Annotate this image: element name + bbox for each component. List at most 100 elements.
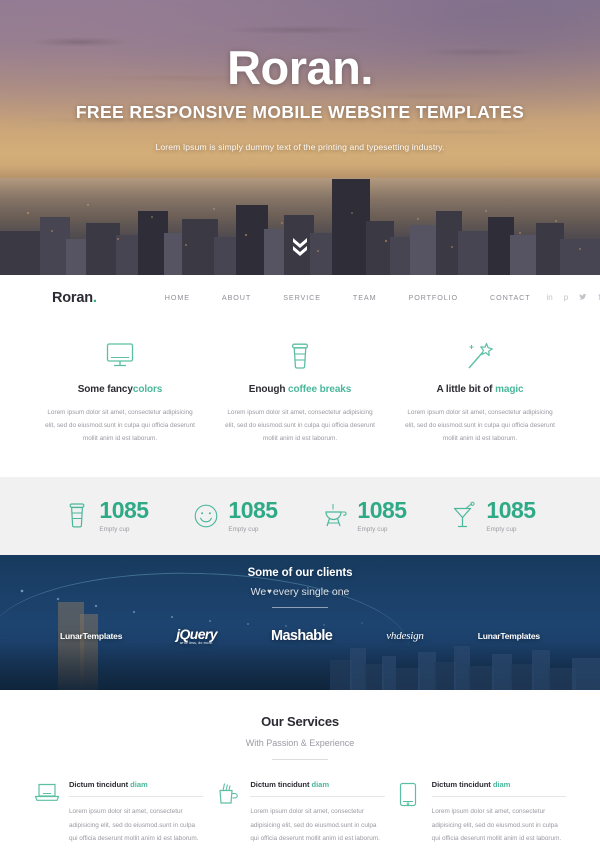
service-divider (69, 796, 204, 798)
lunartemplates-logo-2[interactable]: LunarTemplates (478, 631, 540, 641)
service-text: Lorem ipsum dolor sit amet, consectetur … (69, 808, 199, 842)
stat-text-wrap: 1085 Empty cup (357, 499, 407, 534)
service-title-accent: diam (130, 780, 148, 790)
feature-icon-wrap (222, 340, 378, 372)
jquery-logo[interactable]: jQuery write less, do more. (176, 626, 217, 645)
service-body: Dictum tincidunt diam Lorem ipsum dolor … (69, 780, 204, 844)
feature-title-plain: Enough (248, 384, 289, 395)
service-title-plain: Dictum tincidunt (69, 780, 131, 790)
service-text: Lorem ipsum dolor sit amet, consectetur … (250, 808, 380, 842)
service-divider (431, 796, 566, 798)
services-title: Our Services (261, 714, 339, 730)
feature-card-magic: A little bit of magic Lorem ipsum dolor … (390, 340, 570, 445)
site-logo[interactable]: Roran. (52, 290, 97, 306)
stats-counter-section: 1085 Empty cup 1085 Empty cup 1085 Empty… (0, 477, 600, 556)
service-text: Lorem ipsum dolor sit amet, consectetur … (431, 808, 562, 842)
linkedin-icon[interactable]: in (547, 293, 553, 302)
jquery-tagline: write less, do more. (179, 641, 214, 646)
clients-content: Some of our clients We♥every single one … (0, 555, 600, 645)
clients-subtitle: We♥every single one (0, 586, 600, 598)
feature-text: Lorem ipsum dolor sit amet, consectetur … (405, 409, 555, 443)
service-divider (250, 796, 385, 798)
service-card-tablet: Dictum tincidunt diam Lorem ipsum dolor … (391, 780, 572, 844)
stat-item-grills: 1085 Empty cup (300, 499, 429, 533)
feature-title: Enough coffee breaks (222, 384, 378, 395)
laptop-icon (34, 784, 60, 802)
stat-icon-wrap (451, 501, 477, 531)
client-logos-row: LunarTemplates jQuery write less, do more… (0, 626, 600, 645)
nav-item-portfolio[interactable]: PORTFOLIO (393, 293, 475, 302)
feature-text: Lorem ipsum dolor sit amet, consectetur … (225, 409, 375, 443)
feature-text: Lorem ipsum dolor sit amet, consectetur … (45, 409, 195, 443)
nav-item-contact[interactable]: CONTACT (474, 293, 547, 302)
feature-icon-wrap (402, 340, 558, 372)
service-icon-wrap (215, 780, 241, 844)
service-body: Dictum tincidunt diam Lorem ipsum dolor … (250, 780, 385, 844)
service-card-laptop: Dictum tincidunt diam Lorem ipsum dolor … (28, 780, 209, 844)
feature-title: A little bit of magic (402, 384, 558, 395)
hero-title: Roran. (227, 41, 373, 94)
stat-label: Empty cup (486, 526, 517, 534)
site-logo-text: Roran (52, 289, 93, 306)
service-card-pencils: Dictum tincidunt diam Lorem ipsum dolor … (209, 780, 390, 844)
heart-icon: ♥ (267, 587, 272, 597)
stat-value: 1085 (99, 497, 149, 524)
lunartemplates-logo[interactable]: LunarTemplates (60, 631, 122, 641)
twitter-icon[interactable] (579, 293, 587, 303)
stat-item-cups: 1085 Empty cup (42, 499, 171, 533)
feature-title-accent: coffee breaks (288, 384, 352, 395)
stat-text-wrap: 1085 Empty cup (99, 497, 149, 534)
mashable-logo[interactable]: Mashable (271, 628, 333, 644)
feature-title-accent: colors (132, 384, 163, 395)
stat-value: 1085 (228, 497, 278, 524)
feature-card-coffee: Enough coffee breaks Lorem ipsum dolor s… (210, 340, 390, 445)
stat-text-wrap: 1085 Empty cup (228, 497, 278, 534)
service-title-accent: diam (492, 780, 511, 790)
stat-item-smiles: 1085 Empty cup (171, 499, 300, 533)
jquery-logo-text: jQuery (176, 626, 217, 643)
clients-title: Some of our clients (247, 567, 353, 580)
stat-label: Empty cup (357, 526, 388, 534)
tablet-icon (399, 783, 416, 807)
site-logo-dot: . (92, 289, 97, 306)
pinterest-icon[interactable]: p (564, 293, 568, 302)
main-navbar: Roran. HOME ABOUT SERVICE TEAM PORTFOLIO… (0, 275, 600, 320)
hero-content: Roran. FREE RESPONSIVE MOBILE WEBSITE TE… (0, 0, 600, 156)
service-title-plain: Dictum tincidunt (431, 780, 493, 790)
clients-city-silhouette (0, 642, 600, 691)
magic-wand-icon (468, 342, 493, 369)
social-links: in p f (547, 293, 600, 303)
coffee-cup-icon (70, 503, 85, 528)
nav-links: HOME ABOUT SERVICE TEAM PORTFOLIO CONTAC… (149, 293, 547, 302)
services-subtitle: With Passion & Experience (245, 738, 355, 749)
service-icon-wrap (34, 780, 60, 844)
feature-title-accent: magic (495, 384, 524, 395)
features-section: Some fancycolors Lorem ipsum dolor sit a… (0, 320, 600, 478)
clients-subtitle-before: We (250, 586, 267, 599)
monitor-icon (106, 343, 134, 367)
scroll-down-button[interactable] (289, 234, 311, 258)
chevron-double-down-icon (293, 238, 307, 256)
feature-title-plain: A little bit of (436, 384, 496, 395)
service-title: Dictum tincidunt diam (250, 780, 384, 789)
nav-item-home[interactable]: HOME (149, 293, 206, 302)
stat-icon-wrap (322, 501, 348, 531)
stat-value: 1085 (486, 497, 536, 524)
service-icon-wrap (397, 780, 423, 844)
service-title: Dictum tincidunt diam (69, 780, 203, 789)
stat-icon-wrap (193, 502, 219, 530)
clients-section: Some of our clients We♥every single one … (0, 555, 600, 691)
cocktail-glass-icon (454, 502, 476, 528)
feature-card-colors: Some fancycolors Lorem ipsum dolor sit a… (30, 340, 210, 445)
services-section: Our Services With Passion & Experience D… (0, 690, 600, 845)
feature-icon-wrap (42, 340, 198, 372)
service-title: Dictum tincidunt diam (432, 780, 566, 789)
hero-city-skyline (0, 165, 600, 275)
smiley-face-icon (195, 505, 218, 528)
stat-text-wrap: 1085 Empty cup (486, 497, 536, 534)
stat-label: Empty cup (228, 526, 259, 534)
vhdesign-logo[interactable]: vhdesign (386, 630, 424, 642)
nav-item-service[interactable]: SERVICE (267, 293, 337, 302)
nav-item-team[interactable]: TEAM (337, 293, 393, 302)
nav-item-about[interactable]: ABOUT (206, 293, 267, 302)
